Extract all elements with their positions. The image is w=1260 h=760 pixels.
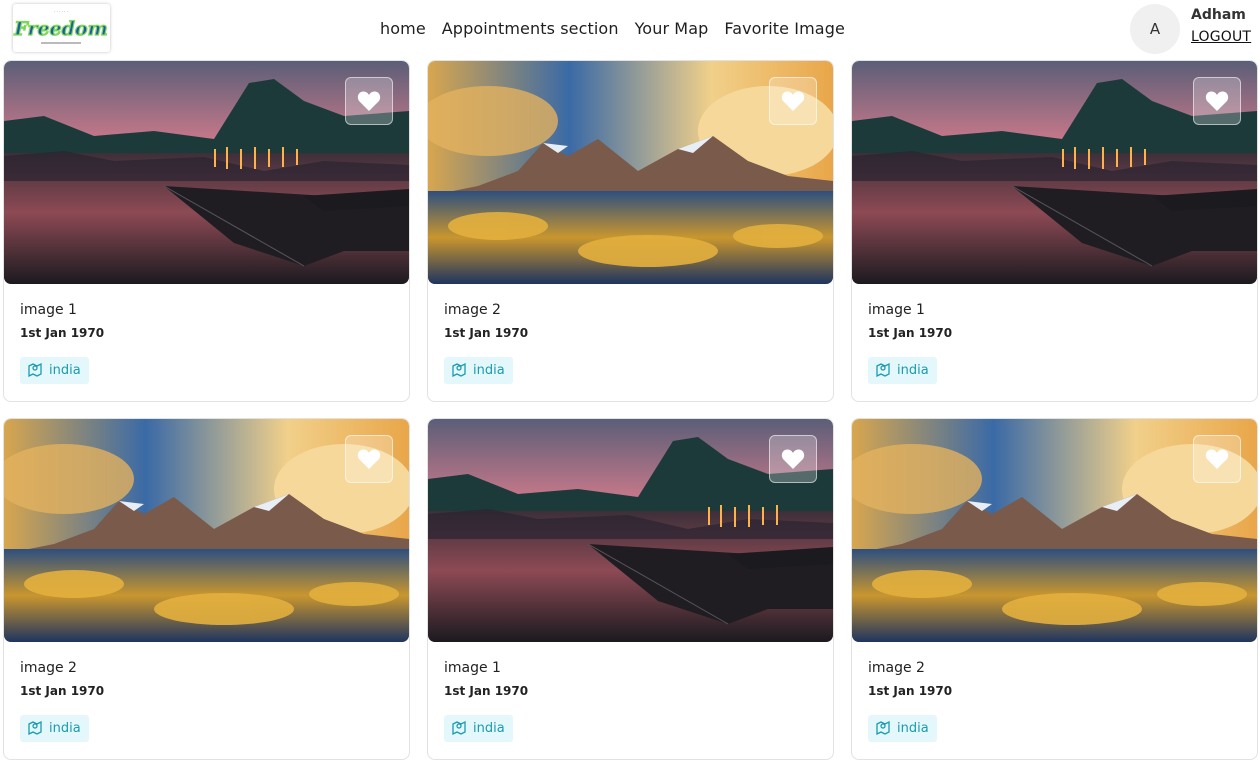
location-tag[interactable]: india	[868, 715, 937, 742]
card-image	[428, 61, 833, 284]
card-image	[852, 61, 1257, 284]
card-date: 1st Jan 1970	[444, 326, 529, 340]
image-card[interactable]: image 1 1st Jan 1970 india	[427, 418, 834, 760]
card-title: image 2	[444, 302, 501, 318]
image-card[interactable]: image 1 1st Jan 1970 india	[3, 60, 410, 402]
heart-icon	[1205, 90, 1229, 112]
tag-label: india	[897, 721, 929, 736]
tag-label: india	[473, 721, 505, 736]
card-image	[428, 419, 833, 642]
favorite-button[interactable]	[1193, 77, 1241, 125]
map-pin-icon	[27, 361, 43, 381]
location-tag[interactable]: india	[20, 715, 89, 742]
favorite-button[interactable]	[345, 435, 393, 483]
card-title: image 1	[868, 302, 925, 318]
card-date: 1st Jan 1970	[444, 684, 529, 698]
location-tag[interactable]: india	[868, 357, 937, 384]
heart-icon	[781, 90, 805, 112]
card-title: image 1	[20, 302, 77, 318]
favorite-button[interactable]	[769, 77, 817, 125]
tag-label: india	[49, 721, 81, 736]
map-pin-icon	[451, 361, 467, 381]
favorite-button[interactable]	[1193, 435, 1241, 483]
card-title: image 1	[444, 660, 501, 676]
favorite-button[interactable]	[345, 77, 393, 125]
favorite-button[interactable]	[769, 435, 817, 483]
tag-label: india	[897, 363, 929, 378]
card-date: 1st Jan 1970	[20, 326, 105, 340]
card-date: 1st Jan 1970	[20, 684, 105, 698]
heart-icon	[1205, 448, 1229, 470]
location-tag[interactable]: india	[20, 357, 89, 384]
tag-label: india	[49, 363, 81, 378]
location-tag[interactable]: india	[444, 357, 513, 384]
card-image	[4, 61, 409, 284]
map-pin-icon	[451, 719, 467, 739]
image-card[interactable]: image 2 1st Jan 1970 india	[3, 418, 410, 760]
image-card[interactable]: image 2 1st Jan 1970 india	[851, 418, 1258, 760]
card-image	[4, 419, 409, 642]
heart-icon	[781, 448, 805, 470]
card-date: 1st Jan 1970	[868, 326, 953, 340]
image-card[interactable]: image 2 1st Jan 1970 india	[427, 60, 834, 402]
heart-icon	[357, 448, 381, 470]
location-tag[interactable]: india	[444, 715, 513, 742]
card-image	[852, 419, 1257, 642]
map-pin-icon	[875, 361, 891, 381]
tag-label: india	[473, 363, 505, 378]
image-grid: image 1 1st Jan 1970 india image 2 1st J…	[0, 0, 1260, 760]
heart-icon	[357, 90, 381, 112]
card-date: 1st Jan 1970	[868, 684, 953, 698]
image-card[interactable]: image 1 1st Jan 1970 india	[851, 60, 1258, 402]
map-pin-icon	[27, 719, 43, 739]
card-title: image 2	[20, 660, 77, 676]
map-pin-icon	[875, 719, 891, 739]
card-title: image 2	[868, 660, 925, 676]
